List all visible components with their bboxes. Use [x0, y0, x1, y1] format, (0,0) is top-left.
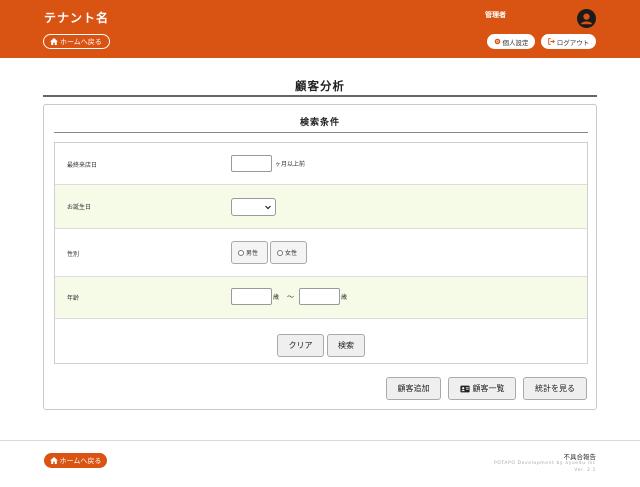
search-panel: 検索条件 最終来店日 ヶ月以上前 お誕生日 性別 男性 女性 年齢 歳 ～ 歳 … — [43, 104, 597, 410]
radio-circle-icon — [277, 249, 283, 256]
last-visit-label: 最終来店日 — [67, 162, 98, 169]
last-visit-field: ヶ月以上前 — [231, 155, 305, 172]
search-form: 最終来店日 ヶ月以上前 お誕生日 性別 男性 女性 年齢 歳 ～ 歳 クリア 検… — [54, 142, 588, 364]
row-last-visit: 最終来店日 ヶ月以上前 — [55, 143, 587, 185]
row-birthday: お誕生日 — [55, 185, 587, 229]
last-visit-unit: ヶ月以上前 — [275, 161, 306, 168]
user-avatar-icon[interactable] — [577, 9, 596, 28]
gender-label: 性別 — [67, 251, 80, 258]
logout-label: ログアウト — [556, 38, 590, 47]
birthday-field — [231, 198, 276, 216]
age-field: 歳 ～ 歳 — [231, 288, 347, 305]
user-role: 管理者 — [485, 11, 506, 19]
page-title: 顧客分析 — [295, 79, 345, 93]
gear-icon — [494, 38, 500, 45]
radio-circle-icon — [238, 249, 244, 256]
age-to-unit: 歳 — [341, 294, 348, 301]
add-customer-button[interactable]: 顧客追加 — [386, 377, 441, 400]
chevron-down-icon — [265, 205, 271, 210]
home-button[interactable]: ホームへ戻る — [43, 34, 110, 49]
last-visit-input[interactable] — [231, 155, 272, 172]
section-divider — [54, 132, 588, 133]
gender-male-label: 男性 — [246, 250, 259, 257]
settings-label: 個人設定 — [502, 38, 529, 47]
gender-field: 男性 女性 — [231, 241, 309, 264]
customer-list-label: 顧客一覧 — [472, 384, 505, 393]
age-from-unit: 歳 — [273, 294, 280, 301]
age-from-input[interactable] — [231, 288, 272, 305]
home-icon — [49, 457, 58, 464]
gender-female-radio[interactable]: 女性 — [270, 241, 307, 264]
logout-icon — [547, 38, 555, 45]
age-label: 年齢 — [67, 295, 80, 302]
age-to-input[interactable] — [299, 288, 341, 305]
logout-button[interactable]: ログアウト — [541, 34, 596, 49]
id-card-icon — [459, 385, 470, 392]
footer-home-button[interactable]: ホームへ戻る — [44, 453, 107, 468]
top-header: テナント名 ホームへ戻る 管理者 個人設定 ログアウト — [0, 0, 640, 58]
settings-button[interactable]: 個人設定 — [487, 34, 535, 49]
version-text: Ver. 2.1 — [574, 468, 596, 473]
home-icon — [50, 38, 58, 45]
row-age: 年齢 歳 ～ 歳 — [55, 277, 587, 319]
age-range-separator: ～ — [287, 292, 295, 301]
view-stats-button[interactable]: 統計を見る — [523, 377, 587, 400]
birthday-select[interactable] — [231, 198, 276, 216]
home-button-label: ホームへ戻る — [60, 37, 102, 46]
gender-female-label: 女性 — [285, 250, 298, 257]
tenant-name: テナント名 — [44, 11, 110, 25]
row-gender: 性別 男性 女性 — [55, 229, 587, 277]
footer-divider — [0, 440, 640, 441]
search-button[interactable]: 検索 — [327, 334, 365, 357]
footer-home-label: ホームへ戻る — [59, 456, 102, 465]
gender-male-radio[interactable]: 男性 — [231, 241, 268, 264]
bug-report-link[interactable]: 不具合報告 — [564, 451, 597, 461]
clear-button[interactable]: クリア — [277, 334, 324, 357]
birthday-label: お誕生日 — [67, 204, 92, 211]
customer-list-button[interactable]: 顧客一覧 — [448, 377, 516, 400]
powered-by-text: POTAPO Development by ayuedu inc — [493, 461, 596, 466]
search-conditions-title: 検索条件 — [299, 118, 340, 128]
title-divider — [43, 95, 597, 97]
